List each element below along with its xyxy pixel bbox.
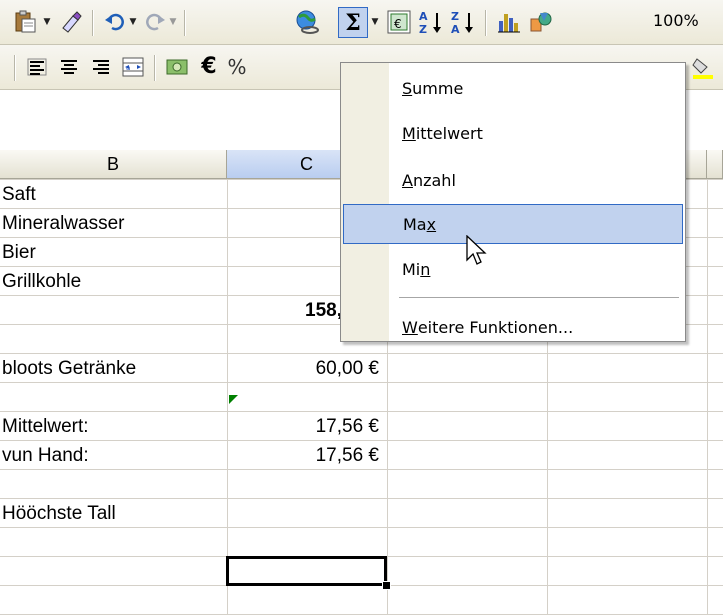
zoom-box[interactable]: 100% <box>653 11 699 30</box>
paste-icon[interactable] <box>10 8 40 36</box>
menu-item[interactable]: Mittelwert <box>343 113 683 153</box>
cell-c-value[interactable]: 17,56 € <box>228 412 383 441</box>
standard-toolbar: ▼ ▼ ▼ Σ ▼ € AZ ZA 100% <box>0 0 723 45</box>
menu-item-text: Ma <box>403 214 427 234</box>
cell-c-value[interactable] <box>228 470 383 499</box>
autosum-dropdown-menu: Summe Mittelwert Anzahl Ma x Mi n Weitere Funkt… <box>340 62 686 342</box>
menu-item-accelerator: A <box>402 170 413 190</box>
menu-separator <box>399 297 679 298</box>
menu-item-text: umme <box>412 78 464 98</box>
cell-b-label[interactable] <box>2 383 226 412</box>
menu-item-text: ittelwert <box>415 123 483 143</box>
menu-item-accelerator: n <box>420 259 431 279</box>
menu-item[interactable]: Mi n <box>343 249 683 289</box>
format-painter-icon[interactable] <box>56 8 86 36</box>
cell-c-value[interactable] <box>228 383 383 412</box>
cell-b-label[interactable]: Saft <box>2 180 226 209</box>
svg-text:A: A <box>451 23 460 35</box>
toolbar-separator <box>92 10 94 36</box>
toolbar-separator <box>184 10 186 36</box>
cell-c-value[interactable] <box>228 499 383 528</box>
autosum-dropdown-icon[interactable]: ▼ <box>368 8 382 36</box>
menu-item-text: Mi <box>402 259 421 279</box>
menu-item-accelerator: W <box>402 317 418 337</box>
align-center-icon[interactable] <box>54 53 84 81</box>
toolbar-separator <box>154 55 156 81</box>
svg-text:A: A <box>419 10 428 23</box>
autosum-icon: Σ <box>345 9 361 36</box>
redo-dropdown-icon[interactable]: ▼ <box>166 8 180 36</box>
cell-c-value[interactable]: 60,00 € <box>228 354 383 383</box>
euro-icon[interactable]: € <box>194 53 224 81</box>
align-right-icon[interactable] <box>86 53 116 81</box>
autosum-button[interactable]: Σ <box>338 7 368 38</box>
column-header-f[interactable] <box>707 150 723 179</box>
menu-item-accelerator: M <box>402 123 416 143</box>
align-left-icon[interactable] <box>22 53 52 81</box>
menu-item[interactable]: Anzahl <box>343 160 683 200</box>
toolbar-separator <box>485 10 487 36</box>
sort-ascending-icon[interactable]: AZ <box>416 8 446 36</box>
menu-item-text: nzahl <box>412 170 456 190</box>
menu-item[interactable]: Summe <box>343 68 683 108</box>
cell-b-label[interactable]: Mittelwert: <box>2 412 226 441</box>
mouse-cursor-icon <box>466 235 487 265</box>
menu-item[interactable]: Weitere Funktionen... <box>343 307 683 347</box>
chart-wizard-icon[interactable] <box>494 8 524 36</box>
cell-b-label[interactable]: Hööchste Tall <box>2 499 226 528</box>
insert-function-icon[interactable]: € <box>384 8 414 36</box>
cell-b-label[interactable]: Mineralwasser <box>2 209 226 238</box>
cell-c-value[interactable]: 17,56 € <box>228 441 383 470</box>
svg-text:Z: Z <box>451 10 459 23</box>
active-cell-selection[interactable] <box>226 556 387 586</box>
menu-item-text: eitere Funktionen... <box>417 317 574 337</box>
menu-item[interactable]: Ma x <box>343 204 683 244</box>
sort-descending-icon[interactable]: ZA <box>448 8 478 36</box>
cell-b-label[interactable] <box>2 470 226 499</box>
paste-dropdown-icon[interactable]: ▼ <box>40 8 54 36</box>
menu-item-accelerator: x <box>426 214 437 234</box>
fill-color-icon[interactable] <box>688 53 718 81</box>
comment-indicator <box>229 395 238 404</box>
cell-b-label[interactable] <box>2 296 226 325</box>
cell-b-label[interactable]: Grillkohle <box>2 267 226 296</box>
toolbar-separator <box>14 55 16 81</box>
cell-b-label[interactable] <box>2 325 226 354</box>
fill-handle[interactable] <box>382 581 391 590</box>
drawing-icon[interactable] <box>526 8 556 36</box>
svg-text:Z: Z <box>419 23 427 35</box>
svg-text:€: € <box>394 17 402 31</box>
currency-icon[interactable] <box>162 53 192 81</box>
gridline <box>707 179 708 614</box>
menu-item-accelerator: S <box>402 78 413 98</box>
undo-dropdown-icon[interactable]: ▼ <box>126 8 140 36</box>
cell-b-label[interactable]: bloots Getränke <box>2 354 226 383</box>
cell-b-label[interactable]: Bier <box>2 238 226 267</box>
percent-icon[interactable]: % <box>222 53 252 81</box>
cell-b-label[interactable]: vun Hand: <box>2 441 226 470</box>
merge-center-icon[interactable]: a <box>118 53 148 81</box>
column-header-b[interactable]: B <box>0 150 227 179</box>
hyperlink-icon[interactable] <box>292 8 322 36</box>
